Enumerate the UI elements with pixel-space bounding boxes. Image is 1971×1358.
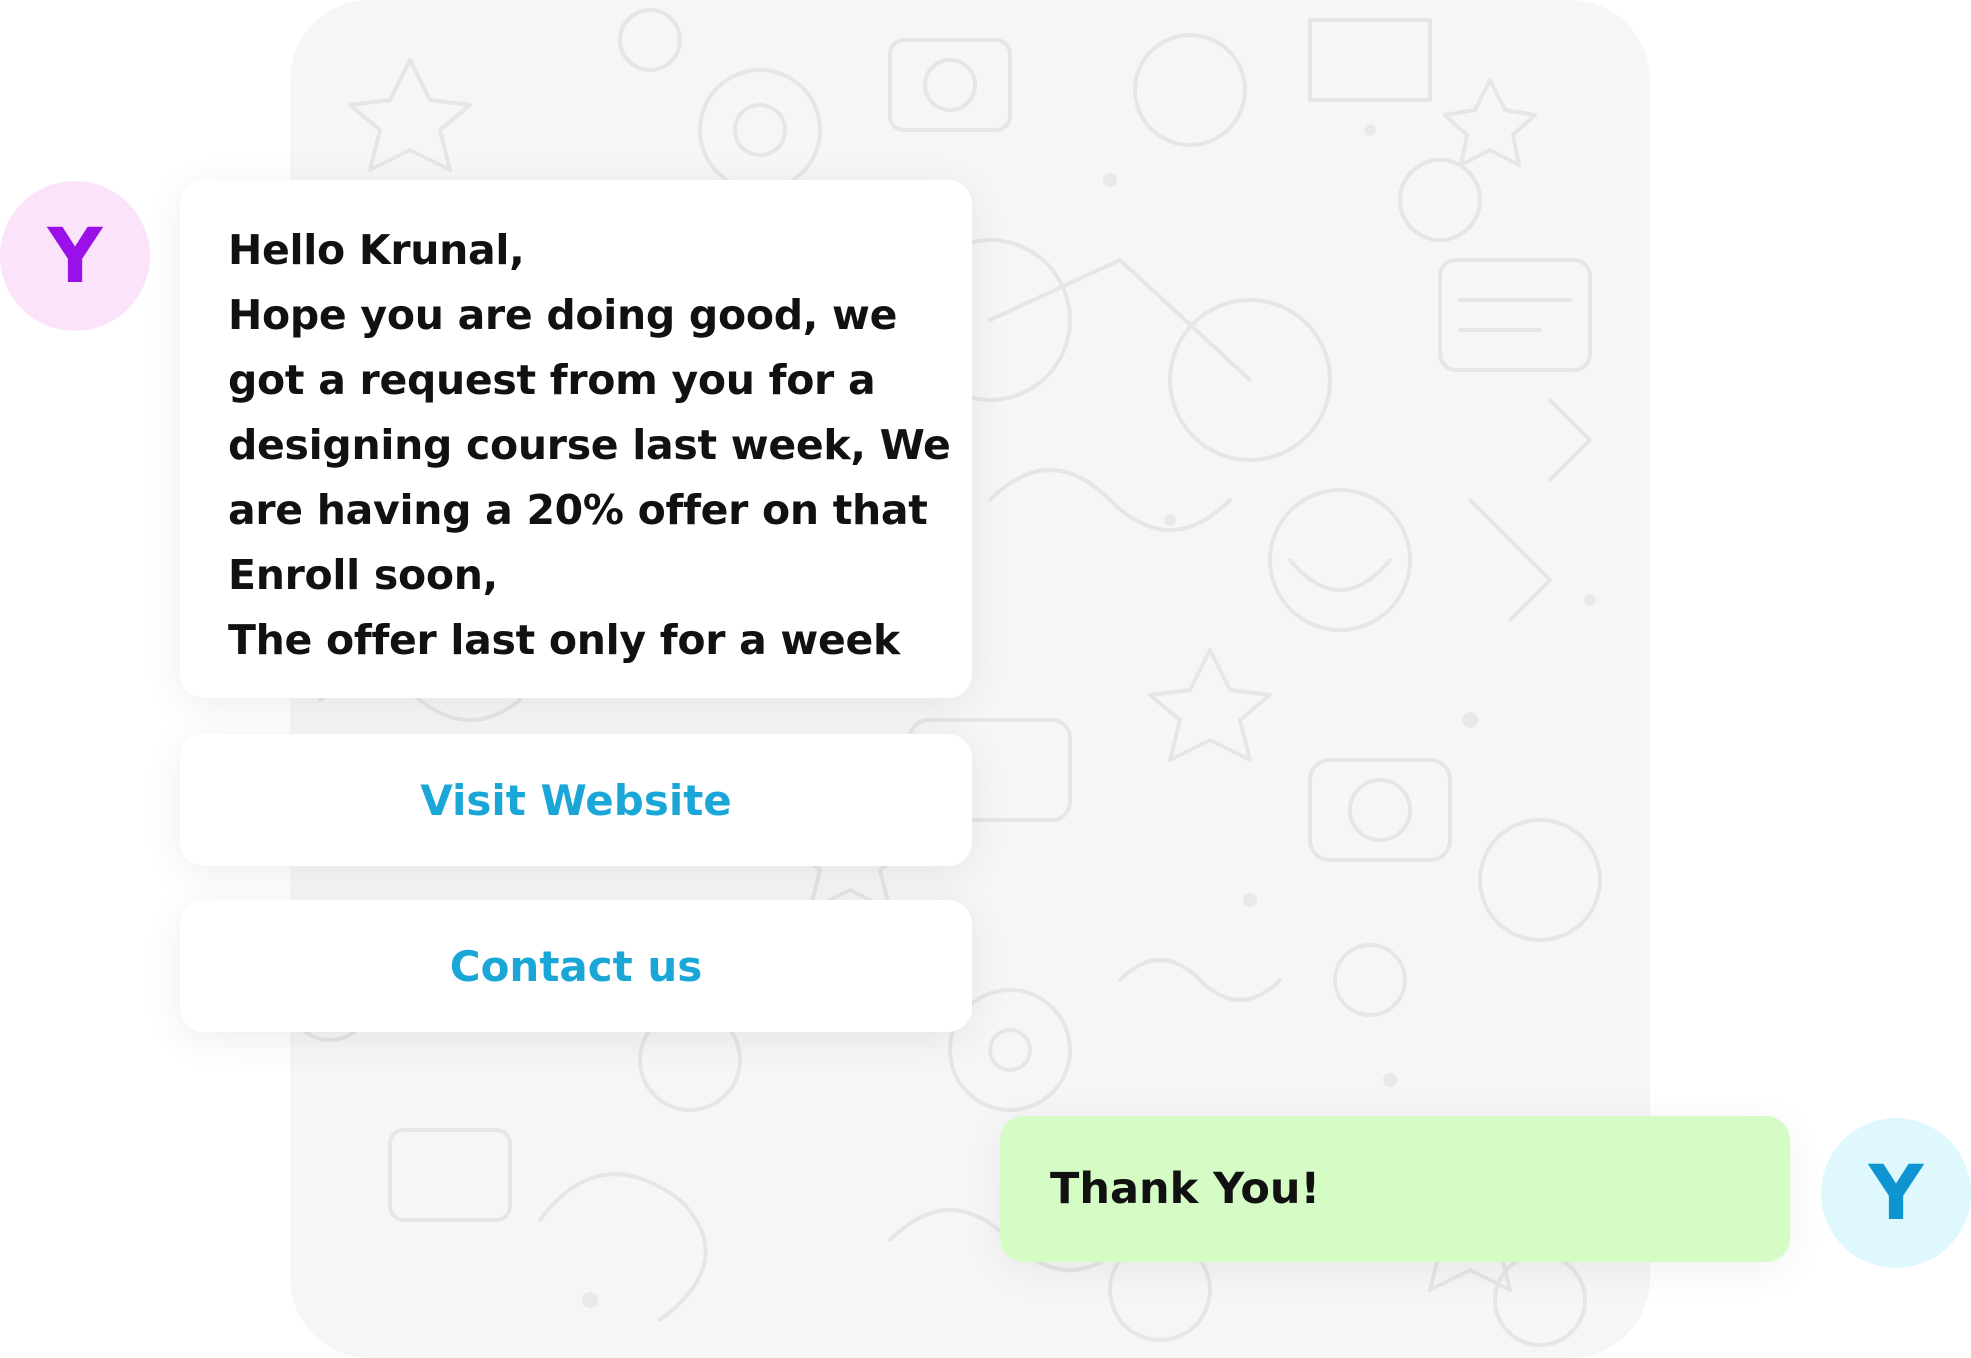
- message-line: designing course last week, We: [228, 421, 951, 469]
- incoming-message-bubble: Hello Krunal, Hope you are doing good, w…: [180, 180, 972, 698]
- visit-website-label: Visit Website: [420, 775, 732, 825]
- contact-us-button[interactable]: Contact us: [180, 900, 972, 1032]
- sender-avatar-letter: Y: [47, 211, 103, 300]
- contact-us-label: Contact us: [449, 941, 703, 991]
- sender-avatar: Y: [0, 181, 150, 331]
- message-line: got a request from you for a: [228, 356, 876, 404]
- message-line: Enroll soon,: [228, 551, 498, 599]
- message-line: Hope you are doing good, we: [228, 291, 898, 339]
- user-avatar: Y: [1821, 1118, 1971, 1268]
- message-line: Hello Krunal,: [228, 226, 525, 274]
- message-line: are having a 20% offer on that: [228, 486, 928, 534]
- outgoing-message-bubble: Thank You!: [1000, 1116, 1790, 1262]
- visit-website-button[interactable]: Visit Website: [180, 734, 972, 866]
- user-avatar-letter: Y: [1868, 1148, 1924, 1237]
- chat-preview: Y Hello Krunal, Hope you are doing good,…: [0, 0, 1971, 1358]
- message-line: The offer last only for a week: [228, 616, 900, 664]
- outgoing-message-text: Thank You!: [1050, 1164, 1321, 1214]
